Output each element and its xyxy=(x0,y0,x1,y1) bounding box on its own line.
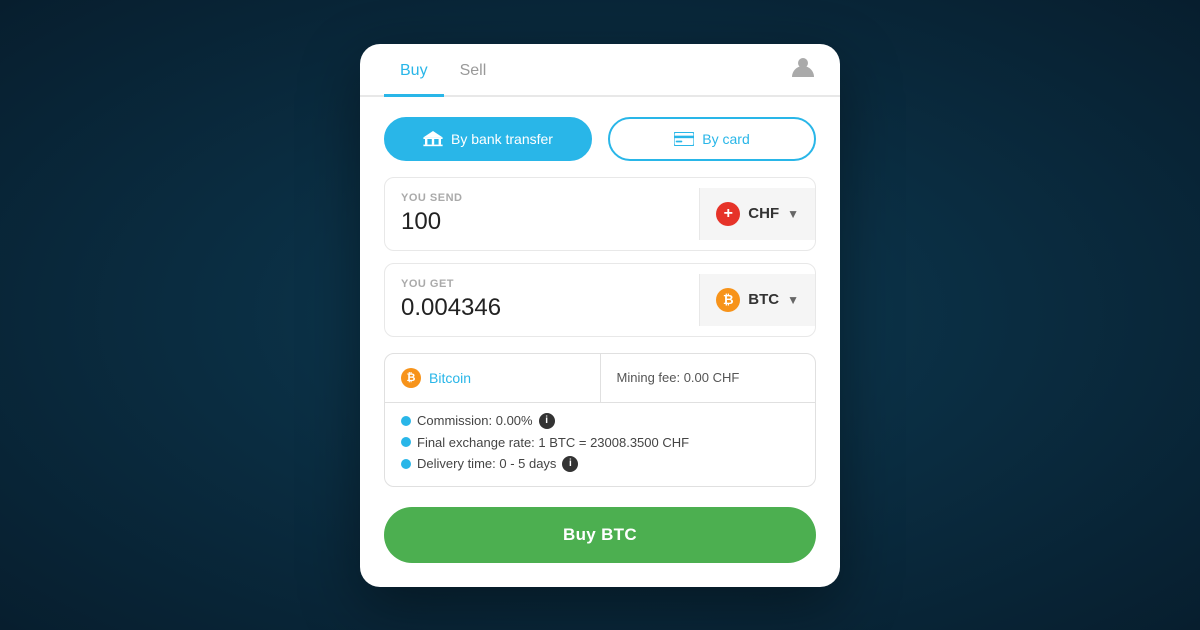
btc-icon: ₿ xyxy=(716,288,740,312)
card-label: By card xyxy=(702,131,749,147)
you-send-value[interactable]: 100 xyxy=(401,208,683,236)
tab-sell[interactable]: Sell xyxy=(444,44,503,97)
card-button[interactable]: By card xyxy=(608,117,816,161)
exchange-rate-row: Final exchange rate: 1 BTC = 23008.3500 … xyxy=(401,435,799,450)
delivery-time-label: Delivery time: 0 - 5 days xyxy=(417,456,556,471)
you-get-row: YOU GET 0.004346 ₿ BTC ▼ xyxy=(384,263,816,337)
details-inner: ₿ Bitcoin Mining fee: 0.00 CHF Commissio… xyxy=(384,353,816,487)
buy-btc-button[interactable]: Buy BTC xyxy=(384,507,816,563)
delivery-time-dot xyxy=(401,459,411,469)
you-send-label: YOU SEND xyxy=(401,192,683,204)
you-get-value[interactable]: 0.004346 xyxy=(401,294,683,322)
commission-info-icon[interactable]: i xyxy=(539,413,555,429)
chf-currency-selector[interactable]: CHF ▼ xyxy=(699,188,815,240)
mining-fee-cell: Mining fee: 0.00 CHF xyxy=(601,354,816,402)
bitcoin-cell: ₿ Bitcoin xyxy=(385,354,601,402)
you-send-row: YOU SEND 100 CHF ▼ xyxy=(384,177,816,251)
details-section: ₿ Bitcoin Mining fee: 0.00 CHF Commissio… xyxy=(360,353,840,507)
currency-fields: YOU SEND 100 CHF ▼ YOU GET 0.004346 ₿ BT… xyxy=(360,177,840,353)
details-top-row: ₿ Bitcoin Mining fee: 0.00 CHF xyxy=(385,354,815,402)
you-get-label: YOU GET xyxy=(401,278,683,290)
bank-transfer-button[interactable]: By bank transfer xyxy=(384,117,592,161)
tabs-bar: Buy Sell xyxy=(360,44,840,97)
delivery-info-icon[interactable]: i xyxy=(562,456,578,472)
commission-row: Commission: 0.00% i xyxy=(401,413,799,429)
mining-fee-label: Mining fee: 0.00 CHF xyxy=(617,370,740,385)
commission-dot xyxy=(401,416,411,426)
commission-label: Commission: 0.00% xyxy=(417,413,533,428)
tab-buy[interactable]: Buy xyxy=(384,44,444,97)
bitcoin-label: Bitcoin xyxy=(429,370,471,386)
main-card: Buy Sell By bank transfer xyxy=(360,44,840,587)
bank-transfer-label: By bank transfer xyxy=(451,131,553,147)
bitcoin-btc-icon: ₿ xyxy=(401,368,421,388)
chf-flag-icon xyxy=(716,202,740,226)
chf-code: CHF xyxy=(748,205,779,222)
btc-code: BTC xyxy=(748,291,779,308)
buy-button-wrap: Buy BTC xyxy=(360,507,840,587)
btc-currency-selector[interactable]: ₿ BTC ▼ xyxy=(699,274,815,326)
exchange-rate-label: Final exchange rate: 1 BTC = 23008.3500 … xyxy=(417,435,689,450)
btc-chevron-icon: ▼ xyxy=(787,293,799,307)
details-list: Commission: 0.00% i Final exchange rate:… xyxy=(385,402,815,486)
delivery-time-row: Delivery time: 0 - 5 days i xyxy=(401,456,799,472)
chf-chevron-icon: ▼ xyxy=(787,207,799,221)
exchange-rate-dot xyxy=(401,437,411,447)
user-profile-icon[interactable] xyxy=(790,54,816,85)
payment-methods-section: By bank transfer By card xyxy=(360,97,840,177)
